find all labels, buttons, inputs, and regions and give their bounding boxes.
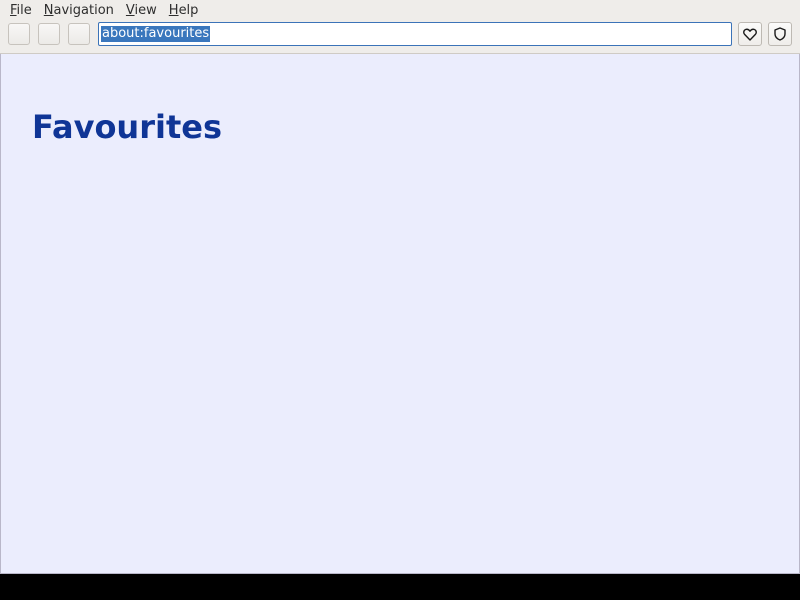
menu-help-mnemonic: H bbox=[168, 3, 179, 18]
shield-button[interactable] bbox=[768, 22, 792, 46]
menu-file-label: ile bbox=[16, 3, 32, 18]
menu-navigation[interactable]: Navigation bbox=[38, 0, 120, 21]
shield-icon bbox=[774, 27, 786, 41]
back-button[interactable] bbox=[8, 23, 30, 45]
menu-navigation-mnemonic: N bbox=[43, 3, 54, 18]
menu-help[interactable]: Help bbox=[163, 0, 205, 21]
menu-view-label: iew bbox=[134, 3, 157, 18]
reload-button[interactable] bbox=[68, 23, 90, 45]
forward-button[interactable] bbox=[38, 23, 60, 45]
menu-file[interactable]: File bbox=[4, 0, 38, 21]
menu-view-mnemonic: V bbox=[125, 3, 135, 18]
menu-navigation-label: avigation bbox=[53, 3, 114, 18]
toolbar: about:favourites bbox=[0, 21, 800, 54]
favourite-button[interactable] bbox=[738, 22, 762, 46]
menu-help-label: elp bbox=[178, 3, 199, 18]
menu-view[interactable]: View bbox=[120, 0, 163, 21]
browser-window: File Navigation View Help about:favourit… bbox=[0, 0, 800, 574]
url-bar[interactable]: about:favourites bbox=[98, 22, 732, 46]
url-text[interactable]: about:favourites bbox=[101, 26, 211, 42]
menubar: File Navigation View Help bbox=[0, 0, 800, 21]
page-content: Favourites bbox=[0, 54, 800, 574]
screen-bottom-area bbox=[0, 574, 800, 600]
page-title: Favourites bbox=[32, 108, 222, 146]
heart-icon bbox=[743, 28, 757, 41]
